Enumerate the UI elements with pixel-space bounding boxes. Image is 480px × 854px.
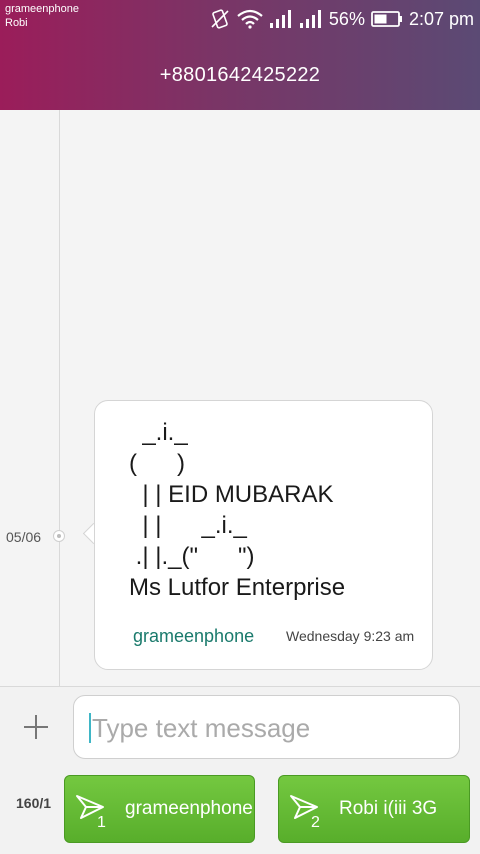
signal-icon: [299, 9, 323, 29]
carrier-1: grameenphone: [5, 3, 80, 15]
message-bubble[interactable]: _.i._ ( ) | | EID MUBARAK | | _.i._ .| |…: [94, 400, 433, 670]
battery-percent: 56%: [328, 8, 365, 29]
message-date: 05/06: [6, 529, 42, 545]
send-icon: 2: [289, 794, 323, 831]
carrier-names: grameenphone Robi: [5, 2, 79, 30]
message-line: Ms Lutfor Enterprise: [129, 574, 346, 601]
message-line: | | _.i._: [129, 512, 247, 539]
sim-number: 1: [97, 814, 106, 831]
send-icon: 1: [75, 794, 109, 831]
timeline-line: [59, 110, 60, 686]
character-counter: 160/1: [16, 795, 52, 811]
message-line: _.i._: [129, 419, 188, 446]
sim-number: 2: [311, 814, 320, 831]
message-line: .| |._(" "): [129, 543, 255, 570]
send-sim2-label: Robi i(iii 3G: [339, 798, 438, 819]
timeline-dot: [53, 530, 65, 542]
message-input[interactable]: [90, 708, 454, 748]
send-sim2-button[interactable]: 2 Robi i(iii 3G: [278, 775, 470, 843]
status-icons: 56% 2:07 pm: [209, 6, 474, 32]
message-line: | | EID MUBARAK: [129, 481, 334, 508]
message-sender: grameenphone: [133, 626, 255, 646]
send-sim1-label: grameenphone: [125, 798, 253, 819]
clock: 2:07 pm: [408, 8, 474, 29]
message-body: _.i._ ( ) | | EID MUBARAK | | _.i._ .| |…: [129, 417, 345, 603]
conversation-area[interactable]: 05/06 _.i._ ( ) | | EID MUBARAK | | _.i.…: [0, 110, 480, 686]
battery-icon: [371, 10, 403, 28]
message-input-box[interactable]: [73, 695, 460, 759]
vibrate-icon: [209, 8, 231, 30]
message-time: Wednesday 9:23 am: [286, 628, 415, 644]
wifi-icon: [237, 9, 263, 29]
signal-icon: [269, 9, 293, 29]
message-line: ( ): [129, 450, 185, 477]
compose-bar: 160/1 1 grameenphone 2 Robi i(iii 3G: [0, 686, 480, 854]
send-sim1-button[interactable]: 1 grameenphone: [64, 775, 255, 843]
conversation-title: +8801642425222: [159, 64, 321, 86]
carrier-2: Robi: [5, 17, 28, 29]
add-attachment-button[interactable]: [20, 711, 52, 743]
app-header: grameenphone Robi 56% 2:07 pm +880164242…: [0, 0, 480, 110]
